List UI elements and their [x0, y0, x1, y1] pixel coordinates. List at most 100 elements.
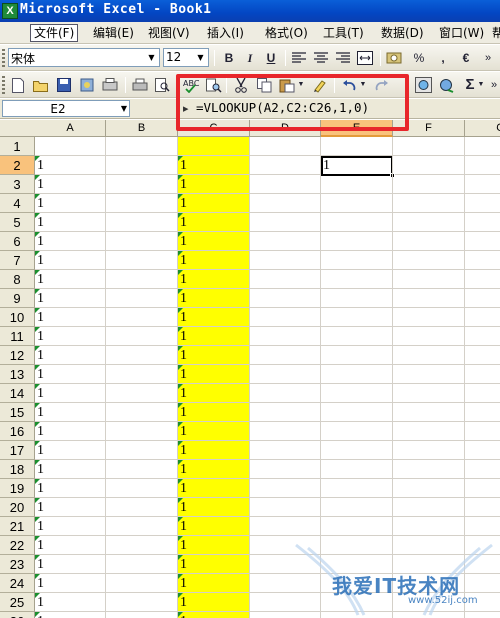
row-header[interactable]: 12: [0, 346, 35, 365]
cut-icon[interactable]: [231, 76, 251, 94]
error-indicator-icon: [178, 460, 183, 465]
column-header[interactable]: F: [393, 120, 465, 137]
chevron-down-icon[interactable]: ▼: [476, 76, 486, 94]
research-icon[interactable]: [204, 76, 224, 94]
column-header[interactable]: B: [106, 120, 178, 137]
underline-button[interactable]: U: [261, 49, 281, 67]
excel-app-icon[interactable]: X: [2, 3, 18, 19]
highlighted-column-c: [178, 137, 250, 618]
error-indicator-icon: [35, 289, 40, 294]
menu-data[interactable]: 数据(D): [378, 24, 427, 42]
toolbar-grip[interactable]: [2, 76, 5, 94]
row-header[interactable]: 16: [0, 422, 35, 441]
formula-input[interactable]: =VLOOKUP(A2,C2:C26,1,0): [196, 100, 369, 115]
row-header[interactable]: 7: [0, 251, 35, 270]
insert-function-label[interactable]: ▸: [183, 102, 189, 115]
row-header[interactable]: 13: [0, 365, 35, 384]
svg-text:ABC: ABC: [183, 79, 200, 88]
row-header[interactable]: 19: [0, 479, 35, 498]
chevron-down-icon[interactable]: ▼: [194, 50, 207, 65]
row-header[interactable]: 24: [0, 574, 35, 593]
italic-button[interactable]: I: [240, 49, 260, 67]
align-left-icon[interactable]: [289, 49, 309, 67]
toolbar-separator: [285, 50, 286, 66]
menu-insert[interactable]: 插入(I): [204, 24, 247, 42]
paste-icon[interactable]: [277, 76, 297, 94]
error-indicator-icon: [178, 175, 183, 180]
chevron-down-icon[interactable]: ▼: [296, 76, 306, 94]
permission-icon[interactable]: [77, 76, 97, 94]
toolbar-options-button[interactable]: »: [478, 49, 498, 67]
row-header[interactable]: 14: [0, 384, 35, 403]
row-header[interactable]: 8: [0, 270, 35, 289]
toolbar-grip[interactable]: [2, 49, 5, 67]
row-header[interactable]: 15: [0, 403, 35, 422]
menu-file[interactable]: 文件(F): [30, 24, 79, 42]
redo-icon[interactable]: [372, 76, 392, 94]
format-painter-icon[interactable]: [311, 76, 331, 94]
comma-button[interactable]: ,: [433, 49, 453, 67]
align-right-icon[interactable]: [333, 49, 353, 67]
euro-button[interactable]: €: [456, 49, 476, 67]
column-header[interactable]: A: [35, 120, 106, 137]
menu-edit[interactable]: 编辑(E): [90, 24, 137, 42]
column-header[interactable]: D: [250, 120, 321, 137]
hyperlink-icon[interactable]: [413, 76, 433, 94]
column-header[interactable]: C: [178, 120, 250, 137]
error-indicator-icon: [178, 308, 183, 313]
chevron-down-icon[interactable]: ▼: [121, 102, 127, 116]
row-header[interactable]: 2: [0, 156, 35, 175]
row-header[interactable]: 9: [0, 289, 35, 308]
copy-icon[interactable]: [254, 76, 274, 94]
row-header[interactable]: 18: [0, 460, 35, 479]
window-title: Microsoft Excel - Book1: [20, 2, 212, 17]
chevron-down-icon[interactable]: ▼: [145, 50, 158, 65]
merge-center-icon[interactable]: [355, 49, 375, 67]
percent-button[interactable]: %: [409, 49, 429, 67]
worksheet-grid[interactable]: ABCDEFG 12113114115116117118119111011111…: [0, 120, 500, 618]
row-header[interactable]: 23: [0, 555, 35, 574]
row-header[interactable]: 11: [0, 327, 35, 346]
menu-view[interactable]: 视图(V): [145, 24, 193, 42]
row-header[interactable]: 22: [0, 536, 35, 555]
toolbar-separator: [176, 77, 177, 93]
row-header[interactable]: 25: [0, 593, 35, 612]
print-icon[interactable]: [130, 76, 150, 94]
spelling-icon[interactable]: ABC: [182, 76, 202, 94]
font-name-value: 宋体: [11, 52, 36, 66]
bold-button[interactable]: B: [219, 49, 239, 67]
save-icon[interactable]: [54, 76, 74, 94]
row-header[interactable]: 6: [0, 232, 35, 251]
row-header[interactable]: 1: [0, 137, 35, 156]
menu-tools[interactable]: 工具(T): [320, 24, 367, 42]
toolbar-options-button[interactable]: »: [488, 76, 500, 94]
align-center-icon[interactable]: [311, 49, 331, 67]
font-name-combo[interactable]: 宋体 ▼: [8, 48, 160, 67]
menu-window[interactable]: 窗口(W): [436, 24, 487, 42]
preview-magnifier-icon[interactable]: [152, 76, 172, 94]
row-header[interactable]: 5: [0, 213, 35, 232]
active-cell-e2[interactable]: [321, 156, 395, 178]
currency-icon[interactable]: [385, 49, 405, 67]
error-indicator-icon: [35, 175, 40, 180]
name-box[interactable]: E2 ▼: [2, 100, 130, 117]
row-header[interactable]: 3: [0, 175, 35, 194]
menu-help[interactable]: 帮: [489, 24, 500, 42]
new-file-icon[interactable]: [8, 76, 28, 94]
undo-icon[interactable]: [339, 76, 359, 94]
row-header[interactable]: 26: [0, 612, 35, 618]
row-header[interactable]: 21: [0, 517, 35, 536]
menu-format[interactable]: 格式(O): [262, 24, 311, 42]
row-header[interactable]: 4: [0, 194, 35, 213]
chevron-down-icon[interactable]: ▼: [358, 76, 368, 94]
row-header[interactable]: 17: [0, 441, 35, 460]
error-indicator-icon: [35, 555, 40, 560]
row-header[interactable]: 10: [0, 308, 35, 327]
sharing-icon[interactable]: [437, 76, 457, 94]
column-header[interactable]: E: [321, 120, 393, 137]
open-folder-icon[interactable]: [31, 76, 51, 94]
print-preview-icon[interactable]: [100, 76, 120, 94]
column-header[interactable]: G: [465, 120, 500, 137]
row-header[interactable]: 20: [0, 498, 35, 517]
font-size-combo[interactable]: 12 ▼: [163, 48, 209, 67]
